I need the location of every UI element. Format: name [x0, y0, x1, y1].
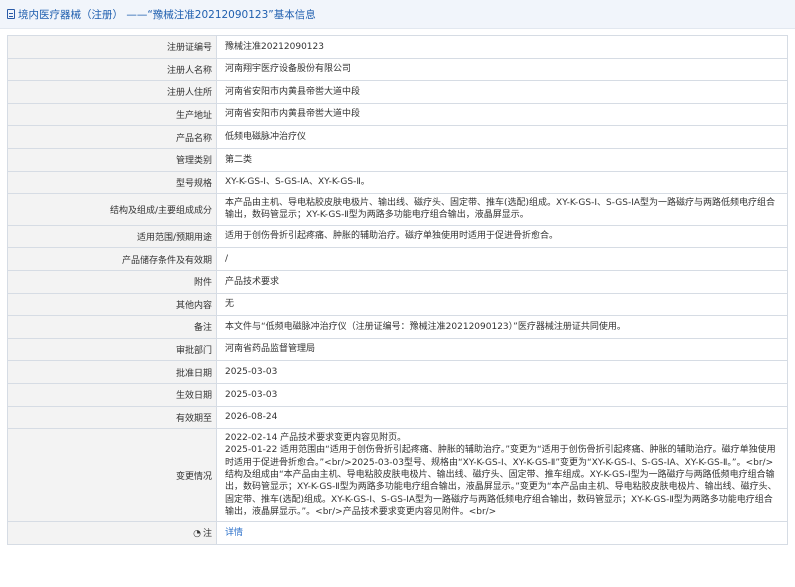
table-row: 注册证编号 豫械注准20212090123: [7, 35, 788, 59]
table-row: 产品名称 低频电磁脉冲治疗仪: [7, 125, 788, 149]
table-row: 其他内容无: [7, 292, 788, 317]
field-label: 结构及组成/主要组成成分: [7, 193, 217, 226]
field-value: 河南省安阳市内黄县帝喾大道中段: [216, 80, 788, 104]
note-icon: ◔: [193, 529, 201, 540]
field-value: 河南省安阳市内黄县帝喾大道中段: [216, 102, 788, 127]
field-value: 第二类: [216, 147, 788, 172]
field-label: 生产地址: [7, 102, 217, 127]
field-label: 其他内容: [7, 292, 217, 317]
table-row: 生产地址 河南省安阳市内黄县帝喾大道中段: [7, 102, 788, 127]
table-row-note: ◔ 注 详情: [7, 521, 788, 545]
field-label: 批准日期: [7, 360, 217, 384]
field-value: 低频电磁脉冲治疗仪: [216, 125, 788, 149]
field-value: XY-K-GS-Ⅰ、S-GS-ⅠA、XY-K-GS-Ⅱ。: [216, 170, 788, 195]
field-value: 本产品由主机、导电粘胶皮肤电极片、输出线、磁疗头、固定带、推车(选配)组成。XY…: [216, 193, 788, 226]
field-label: 注册证编号: [7, 35, 217, 59]
field-value: 2025-03-03: [216, 382, 788, 407]
field-value: 2026-08-24: [216, 405, 788, 430]
details-link[interactable]: 详情: [225, 528, 243, 538]
table-row: 适用范围/预期用途 适用于创伤骨折引起疼痛、肿胀的辅助治疗。磁疗单独使用时适用于促…: [7, 224, 788, 249]
field-label: 审批部门: [7, 337, 217, 362]
table-row: 批准日期 2025-03-03: [7, 360, 788, 384]
page-title: 境内医疗器械（注册） ——“豫械注准20212090123”基本信息: [18, 8, 316, 21]
field-label: 变更情况: [7, 428, 217, 523]
field-label: 产品名称: [7, 125, 217, 149]
field-label: 备注: [7, 315, 217, 339]
note-label-cell: ◔ 注: [7, 521, 217, 545]
field-label: 适用范围/预期用途: [7, 224, 217, 249]
field-label: 型号规格: [7, 170, 217, 195]
table-row: 注册人名称 河南翔宇医疗设备股份有限公司: [7, 57, 788, 82]
table-row: 产品储存条件及有效期 /: [7, 247, 788, 271]
field-label: 注: [202, 529, 212, 540]
change-history-line: 2025-01-22 适用范围由“适用于创伤骨折引起疼痛、肿胀的辅助治疗。”变更…: [225, 445, 777, 517]
field-value: 河南省药品监督管理局: [216, 337, 788, 362]
page-header: 境内医疗器械（注册） ——“豫械注准20212090123”基本信息: [0, 0, 795, 29]
table-row: 生效日期 2025-03-03: [7, 382, 788, 407]
field-label: 有效期至: [7, 405, 217, 430]
table-row: 备注 本文件与“低频电磁脉冲治疗仪（注册证编号：豫械注准20212090123）”…: [7, 315, 788, 339]
field-value: 无: [216, 292, 788, 317]
table-row: 审批部门 河南省药品监督管理局: [7, 337, 788, 362]
field-label: 管理类别: [7, 147, 217, 172]
table-row: 注册人住所 河南省安阳市内黄县帝喾大道中段: [7, 80, 788, 104]
table-row: 附件 产品技术要求: [7, 269, 788, 294]
table-row: 型号规格 XY-K-GS-Ⅰ、S-GS-ⅠA、XY-K-GS-Ⅱ。: [7, 170, 788, 195]
field-value: 河南翔宇医疗设备股份有限公司: [216, 57, 788, 82]
table-row: 结构及组成/主要组成成分 本产品由主机、导电粘胶皮肤电极片、输出线、磁疗头、固定带…: [7, 193, 788, 226]
field-label: 附件: [7, 269, 217, 294]
field-value: 豫械注准20212090123: [216, 35, 788, 59]
field-label: 注册人住所: [7, 80, 217, 104]
table-row: 管理类别 第二类: [7, 147, 788, 172]
field-value: /: [216, 247, 788, 271]
field-label: 注册人名称: [7, 57, 217, 82]
document-icon: [7, 9, 15, 19]
field-label: 产品储存条件及有效期: [7, 247, 217, 271]
field-value: 2025-03-03: [216, 360, 788, 384]
note-value: 详情: [216, 521, 788, 545]
field-value: 适用于创伤骨折引起疼痛、肿胀的辅助治疗。磁疗单独使用时适用于促进骨折愈合。: [216, 224, 788, 249]
field-label: 生效日期: [7, 382, 217, 407]
field-value: 产品技术要求: [216, 269, 788, 294]
table-row: 有效期至 2026-08-24: [7, 405, 788, 430]
info-table: 注册证编号 豫械注准20212090123 注册人名称 河南翔宇医疗设备股份有限公司…: [7, 35, 788, 545]
field-value: 本文件与“低频电磁脉冲治疗仪（注册证编号：豫械注准20212090123）”医疗…: [216, 315, 788, 339]
table-row-change-history: 变更情况 2022-02-14 产品技术要求变更内容见附页。 2025-01-2…: [7, 428, 788, 523]
change-history-value: 2022-02-14 产品技术要求变更内容见附页。 2025-01-22 适用范…: [216, 428, 788, 523]
change-history-line: 2022-02-14 产品技术要求变更内容见附页。: [225, 433, 407, 444]
